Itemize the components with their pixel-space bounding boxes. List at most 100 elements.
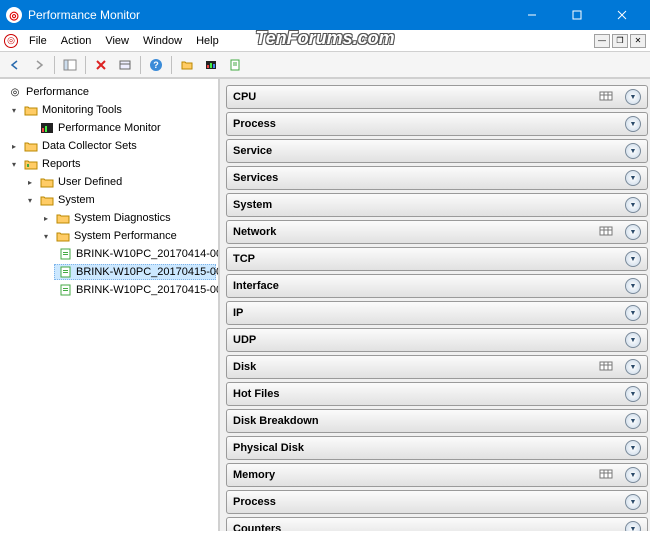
delete-button[interactable]: [90, 54, 112, 76]
chevron-down-icon[interactable]: ▼: [625, 89, 641, 105]
tree-data-collector-sets[interactable]: ▸ Data Collector Sets: [6, 138, 216, 154]
chevron-down-icon[interactable]: ▼: [625, 332, 641, 348]
mdi-close-button[interactable]: ✕: [630, 34, 646, 48]
help-button[interactable]: ?: [145, 54, 167, 76]
report-file-icon: [59, 283, 73, 297]
reports-icon: [23, 157, 39, 171]
tree-report-item[interactable]: BRINK-W10PC_20170414-000001: [54, 246, 216, 262]
report-section[interactable]: Physical Disk▼: [226, 436, 648, 460]
report-section[interactable]: TCP▼: [226, 247, 648, 271]
chevron-down-icon[interactable]: ▼: [625, 305, 641, 321]
maximize-button[interactable]: [554, 0, 599, 30]
chevron-down-icon[interactable]: ▼: [625, 359, 641, 375]
chevron-down-icon[interactable]: ▼: [625, 278, 641, 294]
view-data-button[interactable]: [114, 54, 136, 76]
tree-system-diagnostics[interactable]: ▸ System Diagnostics: [38, 210, 216, 226]
tree-panel[interactable]: ◎ Performance ▾ Monitoring Tools Perform…: [0, 79, 220, 531]
menu-file[interactable]: File: [22, 33, 54, 49]
chevron-down-icon[interactable]: ▼: [625, 170, 641, 186]
chevron-down-icon[interactable]: ▼: [625, 224, 641, 240]
collapse-icon[interactable]: ▾: [8, 158, 20, 170]
report-section[interactable]: System▼: [226, 193, 648, 217]
report-section[interactable]: Memory▼: [226, 463, 648, 487]
section-label: Process: [233, 118, 625, 130]
toolbar-separator: [140, 56, 141, 74]
tree-system[interactable]: ▾ System: [22, 192, 216, 208]
app-icon-small: ◎: [4, 34, 18, 48]
chevron-down-icon[interactable]: ▼: [625, 251, 641, 267]
chevron-down-icon[interactable]: ▼: [625, 494, 641, 510]
tree-label: BRINK-W10PC_20170415-000003: [76, 284, 220, 296]
report-section[interactable]: Interface▼: [226, 274, 648, 298]
report-scroll-area[interactable]: CPU▼Process▼Service▼Services▼System▼Netw…: [220, 79, 650, 531]
collapse-icon[interactable]: ▾: [40, 230, 52, 242]
expand-icon[interactable]: ▸: [8, 140, 20, 152]
chevron-down-icon[interactable]: ▼: [625, 197, 641, 213]
expand-icon[interactable]: ▸: [40, 212, 52, 224]
chevron-down-icon[interactable]: ▼: [625, 116, 641, 132]
tree-reports[interactable]: ▾ Reports: [6, 156, 216, 172]
close-button[interactable]: [599, 0, 644, 30]
table-icon: [599, 468, 615, 482]
tree-label: Reports: [42, 158, 81, 170]
tree-report-item-selected[interactable]: BRINK-W10PC_20170415-000002: [54, 264, 216, 280]
tree-system-performance[interactable]: ▾ System Performance: [38, 228, 216, 244]
tree-label: Performance Monitor: [58, 122, 161, 134]
menu-window[interactable]: Window: [136, 33, 189, 49]
folder-icon: [39, 175, 55, 189]
tree-label: User Defined: [58, 176, 122, 188]
chart-button[interactable]: [200, 54, 222, 76]
collapse-icon[interactable]: ▾: [8, 104, 20, 116]
report-section[interactable]: UDP▼: [226, 328, 648, 352]
report-section[interactable]: Service▼: [226, 139, 648, 163]
tree-report-item[interactable]: BRINK-W10PC_20170415-000003: [54, 282, 216, 298]
report-section[interactable]: Services▼: [226, 166, 648, 190]
tree-label: Data Collector Sets: [42, 140, 137, 152]
tree-user-defined[interactable]: ▸ User Defined: [22, 174, 216, 190]
report-panel: CPU▼Process▼Service▼Services▼System▼Netw…: [220, 79, 650, 531]
chevron-down-icon[interactable]: ▼: [625, 440, 641, 456]
expand-icon[interactable]: ▸: [24, 176, 36, 188]
window-controls: [509, 0, 644, 30]
tree-label: System Performance: [74, 230, 177, 242]
chevron-down-icon[interactable]: ▼: [625, 521, 641, 531]
report-section[interactable]: Process▼: [226, 490, 648, 514]
window-title: Performance Monitor: [28, 8, 509, 22]
section-label: Process: [233, 496, 625, 508]
report-section[interactable]: Counters▼: [226, 517, 648, 531]
menu-help[interactable]: Help: [189, 33, 226, 49]
collapse-icon[interactable]: ▾: [24, 194, 36, 206]
mdi-minimize-button[interactable]: —: [594, 34, 610, 48]
tree-root-performance[interactable]: ◎ Performance: [2, 84, 216, 100]
menu-view[interactable]: View: [98, 33, 136, 49]
table-icon: [599, 90, 615, 104]
chevron-down-icon[interactable]: ▼: [625, 467, 641, 483]
forward-button[interactable]: [28, 54, 50, 76]
report-section[interactable]: Disk Breakdown▼: [226, 409, 648, 433]
chevron-down-icon[interactable]: ▼: [625, 386, 641, 402]
mdi-restore-button[interactable]: ❐: [612, 34, 628, 48]
section-label: Services: [233, 172, 625, 184]
report-section[interactable]: Network▼: [226, 220, 648, 244]
mdi-controls: — ❐ ✕: [594, 34, 646, 48]
chevron-down-icon[interactable]: ▼: [625, 143, 641, 159]
tree-monitoring-tools[interactable]: ▾ Monitoring Tools: [6, 102, 216, 118]
chevron-down-icon[interactable]: ▼: [625, 413, 641, 429]
report-section[interactable]: IP▼: [226, 301, 648, 325]
report-button[interactable]: [224, 54, 246, 76]
folder-button[interactable]: [176, 54, 198, 76]
show-hide-tree-button[interactable]: [59, 54, 81, 76]
report-section[interactable]: Disk▼: [226, 355, 648, 379]
back-button[interactable]: [4, 54, 26, 76]
tree-label: Performance: [26, 86, 89, 98]
report-section[interactable]: CPU ▼: [226, 85, 648, 109]
toolbar-separator: [171, 56, 172, 74]
section-label: UDP: [233, 334, 625, 346]
section-label: Physical Disk: [233, 442, 625, 454]
minimize-button[interactable]: [509, 0, 554, 30]
report-section[interactable]: Process▼: [226, 112, 648, 136]
tree-performance-monitor[interactable]: Performance Monitor: [22, 120, 216, 136]
report-section[interactable]: Hot Files▼: [226, 382, 648, 406]
menu-action[interactable]: Action: [54, 33, 99, 49]
section-label: CPU: [233, 91, 599, 103]
